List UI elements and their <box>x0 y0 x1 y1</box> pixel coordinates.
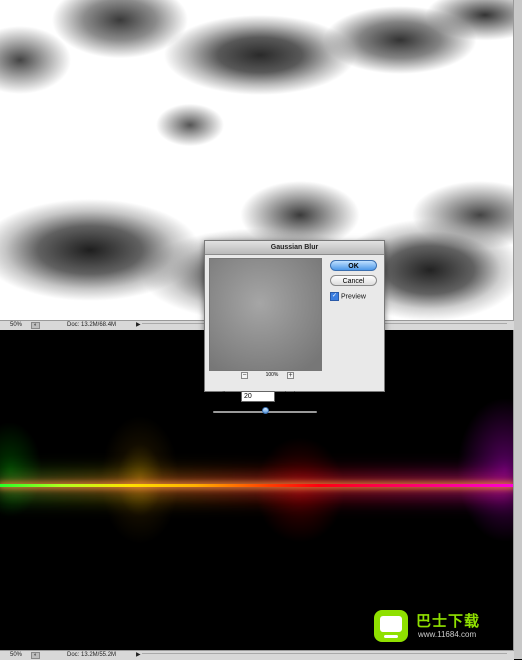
zoom-out-button[interactable]: − <box>241 372 248 379</box>
checkmark-icon[interactable]: ✓ <box>330 292 339 301</box>
ok-button[interactable]: OK <box>330 260 377 271</box>
watermark-logo-icon <box>374 610 408 642</box>
preview-zoom-level: 100% <box>265 372 279 378</box>
zoom-in-button[interactable]: + <box>287 372 294 379</box>
radius-label: Radius: <box>211 392 235 399</box>
gaussian-blur-dialog: Gaussian Blur − 100% + OK Cancel ✓ Previe… <box>204 240 385 414</box>
preview-checkbox[interactable]: ✓ Preview <box>330 292 366 301</box>
watermark: 巴士下载 www.11684.com <box>372 606 520 648</box>
watermark-text: 巴士下载 <box>416 612 481 630</box>
blur-preview-pane[interactable] <box>209 258 322 371</box>
radius-input[interactable] <box>241 391 275 402</box>
status-info-icon[interactable]: ◐ <box>31 652 40 659</box>
radius-slider[interactable] <box>213 407 317 415</box>
dialog-title[interactable]: Gaussian Blur <box>205 241 384 255</box>
preview-zoom-controls: − 100% + <box>209 371 322 380</box>
spectrum-light-line <box>0 484 514 487</box>
cancel-button[interactable]: Cancel <box>330 275 377 286</box>
watermark-url: www.11684.com <box>418 630 477 639</box>
status-menu-arrow-icon[interactable]: ▶ <box>136 321 141 330</box>
doc-size-info: Doc: 13.2M/68.4M <box>67 322 117 328</box>
horizontal-scrollbar[interactable] <box>142 653 507 659</box>
radius-unit-label: pixels <box>281 392 299 399</box>
slider-thumb[interactable] <box>262 407 269 414</box>
status-info-icon[interactable]: ◐ <box>31 322 40 329</box>
preview-checkbox-label: Preview <box>341 293 366 301</box>
radius-row: Radius: pixels <box>211 391 341 403</box>
vertical-scrollbar[interactable] <box>513 0 522 330</box>
zoom-level-display[interactable]: 50% <box>10 321 22 330</box>
